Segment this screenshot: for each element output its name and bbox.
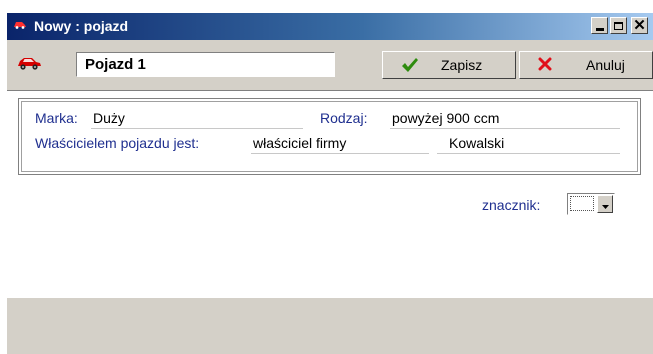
cancel-button[interactable]: Anuluj xyxy=(519,51,653,79)
app-icon xyxy=(13,16,27,32)
znacznik-value[interactable] xyxy=(570,196,594,211)
owner-type-underline xyxy=(251,153,429,154)
minimize-button[interactable] xyxy=(591,17,608,34)
details-panel: Marka: Duży Rodzaj: powyżej 900 ccm Właś… xyxy=(7,92,653,298)
minimize-icon xyxy=(595,27,604,31)
maximize-icon xyxy=(614,21,623,30)
owner-name-underline xyxy=(437,153,620,154)
close-button[interactable]: ✕ xyxy=(631,17,648,34)
marka-label: Marka: xyxy=(35,110,78,126)
owner-name-value[interactable]: Kowalski xyxy=(449,135,504,151)
znacznik-select[interactable] xyxy=(567,193,615,215)
x-icon xyxy=(538,57,552,74)
window-title: Nowy : pojazd xyxy=(34,18,129,34)
chevron-down-icon xyxy=(601,196,609,212)
save-button[interactable]: Zapisz xyxy=(382,51,516,79)
save-button-label: Zapisz xyxy=(441,57,483,73)
checkmark-icon xyxy=(401,57,419,76)
car-icon xyxy=(16,56,42,73)
rodzaj-label: Rodzaj: xyxy=(320,110,368,126)
rodzaj-underline xyxy=(390,128,620,129)
vehicle-name-field[interactable]: Pojazd 1 xyxy=(76,52,335,77)
details-group: Marka: Duży Rodzaj: powyżej 900 ccm Właś… xyxy=(18,98,641,175)
cancel-button-label: Anuluj xyxy=(586,57,625,73)
marka-underline xyxy=(91,128,303,129)
close-icon: ✕ xyxy=(633,17,646,34)
znacznik-label: znacznik: xyxy=(482,197,541,213)
owner-type-value[interactable]: właściciel firmy xyxy=(253,135,346,151)
owner-label: Właścicielem pojazdu jest: xyxy=(35,135,200,151)
znacznik-dropdown-button[interactable] xyxy=(597,195,613,213)
title-bar[interactable]: Nowy : pojazd ✕ xyxy=(7,13,653,40)
rodzaj-value[interactable]: powyżej 900 ccm xyxy=(392,110,499,126)
marka-value[interactable]: Duży xyxy=(93,110,125,126)
maximize-button[interactable] xyxy=(610,17,627,34)
toolbar: Pojazd 1 Zapisz Anuluj xyxy=(7,40,653,89)
vehicle-window: Nowy : pojazd ✕ Pojazd 1 Zapisz Anuluj M… xyxy=(7,13,653,354)
